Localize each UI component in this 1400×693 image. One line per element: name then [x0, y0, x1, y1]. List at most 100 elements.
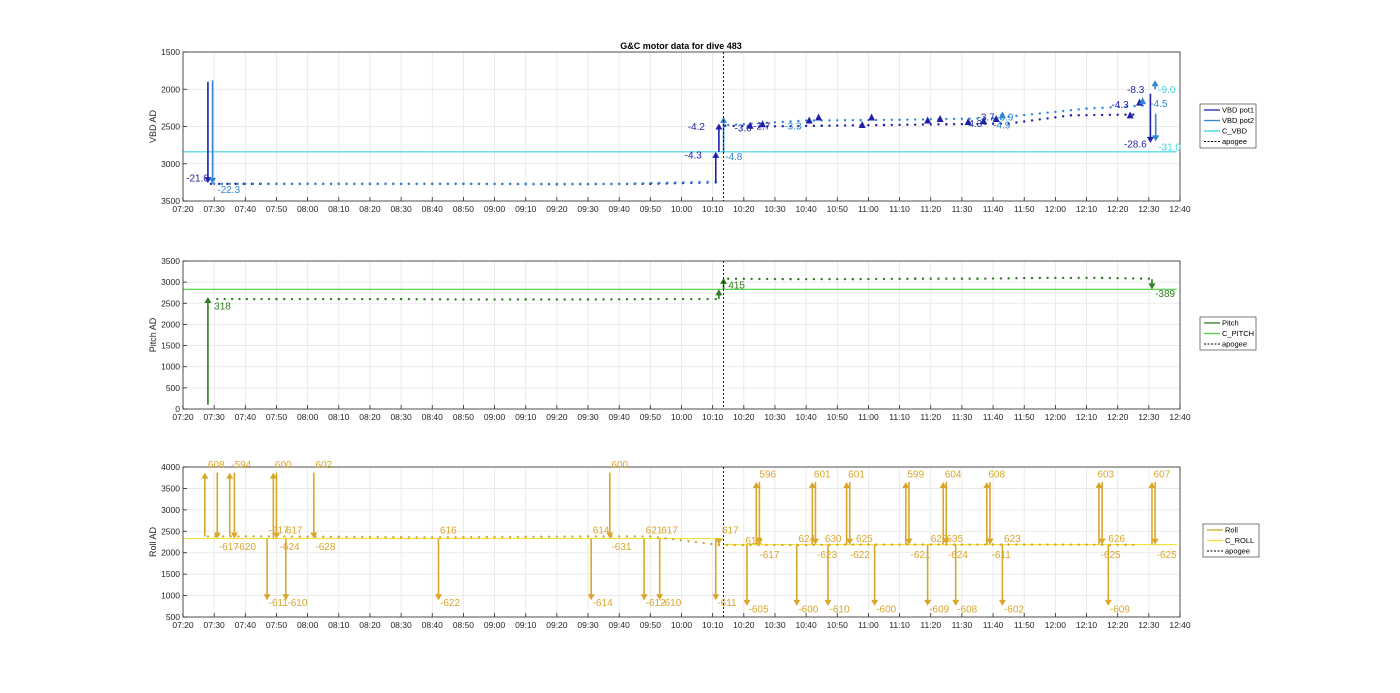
data-point [882, 123, 886, 127]
data-point [960, 117, 964, 121]
data-point [1023, 276, 1026, 280]
data-point [1116, 276, 1119, 280]
data-point [251, 182, 255, 186]
y-tick-label: 2000 [161, 319, 180, 329]
data-point [508, 182, 512, 186]
data-point [890, 118, 894, 122]
data-point [929, 123, 932, 126]
data-point [259, 182, 263, 186]
data-point [1038, 543, 1041, 546]
x-tick-label: 10:30 [764, 620, 786, 630]
y-tick-label: 3500 [161, 483, 180, 493]
data-point [851, 543, 855, 546]
data-point [898, 123, 901, 127]
data-point [687, 539, 690, 543]
y-tick-label: 1500 [161, 341, 180, 351]
data-point [462, 182, 465, 186]
data-point [594, 182, 598, 186]
data-label: -31.0 [1158, 142, 1181, 153]
x-tick-label: 09:30 [577, 204, 599, 214]
data-point [306, 297, 309, 301]
data-point [345, 535, 348, 539]
data-label: -4.9 [993, 121, 1011, 132]
data-label: 617 [286, 525, 303, 536]
data-label: -4.3 [685, 151, 703, 162]
data-point [275, 297, 278, 301]
data-point [1093, 113, 1096, 117]
y-tick-label: 1000 [161, 591, 180, 601]
data-point [945, 117, 948, 121]
x-tick-label: 10:40 [795, 412, 817, 422]
data-point [906, 277, 909, 281]
data-point [314, 182, 317, 186]
x-tick-label: 10:50 [827, 204, 849, 214]
data-point [571, 298, 574, 301]
data-label: 603 [1097, 470, 1114, 481]
x-tick-label: 08:10 [328, 620, 350, 630]
data-point [571, 182, 574, 186]
data-point [485, 298, 488, 301]
pitch-panel: 07:20 07:30 07:40 07:50 08:00 08:10 08:20 08:30… [148, 256, 1191, 422]
x-tick-label: 09:40 [609, 412, 631, 422]
x-tick-label: 10:20 [733, 204, 755, 214]
data-point [945, 277, 948, 280]
data-point [501, 182, 504, 186]
data-label: -614 [593, 598, 613, 609]
data-point [666, 181, 669, 184]
data-point [540, 535, 543, 538]
data-label: -610 [661, 598, 681, 609]
data-point [1147, 277, 1151, 280]
data-point [415, 536, 418, 539]
data-label: -3.3 [784, 121, 802, 132]
data-label: -4.3 [1111, 100, 1129, 111]
data-point [890, 123, 894, 127]
data-point [532, 182, 535, 186]
x-tick-label: 08:30 [390, 412, 412, 422]
legend-label: apogee [1222, 340, 1247, 349]
data-point [322, 182, 325, 186]
x-tick-label: 07:30 [204, 412, 226, 422]
data-label: 614 [593, 525, 610, 536]
data-point [1015, 277, 1018, 280]
data-point [968, 543, 971, 546]
data-point [1132, 543, 1135, 547]
data-point [399, 536, 403, 539]
data-point [641, 535, 644, 538]
x-tick-label: 10:30 [764, 412, 786, 422]
data-point [773, 125, 777, 128]
data-point [765, 543, 768, 547]
data-point [843, 119, 847, 122]
data-point [407, 536, 411, 539]
data-point [329, 535, 333, 539]
x-tick-label: 10:10 [702, 412, 724, 422]
x-tick-label: 11:50 [1014, 620, 1035, 630]
data-point [1069, 276, 1073, 280]
data-point [921, 543, 925, 546]
legend-label: C_ROLL [1225, 536, 1254, 545]
data-label: -600 [798, 605, 818, 616]
data-point [1108, 113, 1112, 117]
x-tick-label: 11:30 [952, 204, 973, 214]
data-point [706, 180, 709, 184]
data-label: 624 [798, 534, 815, 545]
data-point [532, 535, 535, 539]
data-label: 415 [728, 280, 745, 291]
data-point [650, 181, 653, 185]
data-label: -4.8 [725, 152, 743, 163]
data-point [322, 535, 325, 538]
data-point [376, 297, 379, 301]
data-point [617, 298, 621, 301]
data-point [329, 297, 333, 301]
data-point [563, 535, 566, 538]
data-label: -4.5 [1150, 99, 1168, 110]
data-point [1038, 118, 1041, 121]
data-point [921, 118, 925, 121]
data-point [1046, 117, 1049, 120]
data-point [625, 298, 629, 301]
data-point [812, 119, 816, 122]
data-point [843, 277, 847, 281]
vbd-legend: VBD pot1VBD pot2 C_VBDapogee [1199, 103, 1257, 149]
data-point [976, 277, 979, 280]
data-label: -624 [280, 542, 300, 553]
data-point [727, 123, 730, 127]
